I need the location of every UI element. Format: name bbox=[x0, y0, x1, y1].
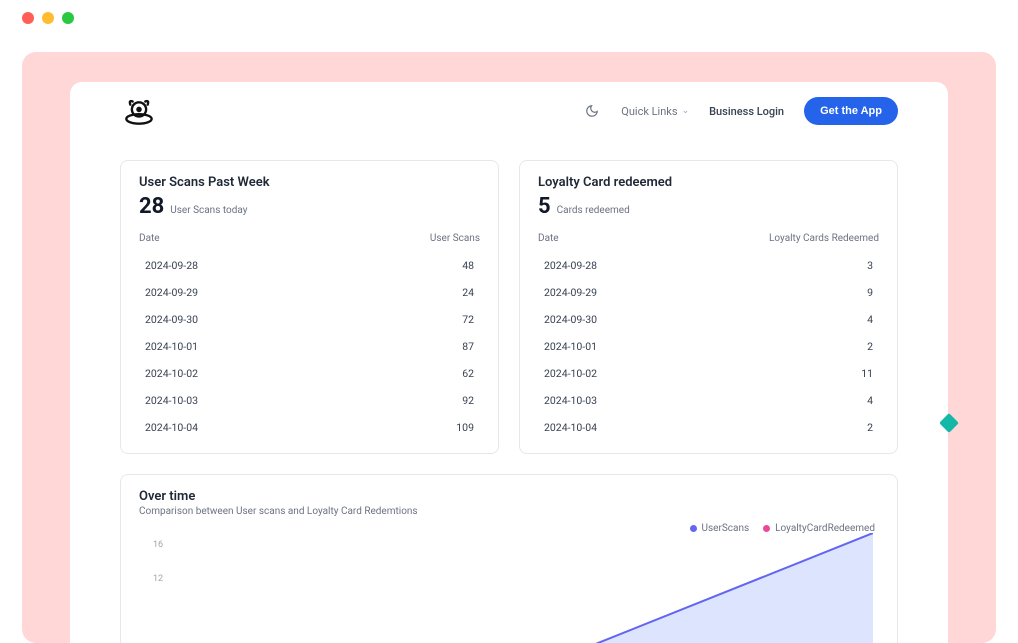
row-date: 2024-09-30 bbox=[544, 313, 597, 326]
loyalty-table-header: Date Loyalty Cards Redeemed bbox=[538, 229, 879, 252]
row-value: 4 bbox=[867, 394, 873, 407]
row-value: 2 bbox=[867, 421, 873, 434]
row-date: 2024-09-30 bbox=[145, 313, 198, 326]
row-date: 2024-09-29 bbox=[544, 286, 597, 299]
overtime-card: Over time Comparison between User scans … bbox=[120, 474, 898, 643]
zoom-icon[interactable] bbox=[62, 12, 74, 24]
legend-dot-icon bbox=[763, 525, 770, 532]
row-value: 87 bbox=[462, 340, 474, 353]
table-row: 2024-10-01 87 bbox=[139, 333, 480, 360]
row-date: 2024-10-01 bbox=[145, 340, 198, 353]
moon-icon bbox=[585, 104, 599, 118]
dark-mode-toggle[interactable] bbox=[583, 102, 601, 120]
row-date: 2024-10-03 bbox=[544, 394, 597, 407]
chart-line-icon bbox=[153, 533, 873, 643]
row-date: 2024-09-29 bbox=[145, 286, 198, 299]
overtime-title: Over time bbox=[139, 489, 879, 504]
table-row: 2024-10-04 109 bbox=[139, 414, 480, 441]
row-value: 48 bbox=[462, 259, 474, 272]
col-date: Date bbox=[139, 233, 160, 244]
chevron-down-icon: ⌄ bbox=[682, 106, 690, 116]
row-value: 109 bbox=[456, 421, 474, 434]
table-row: 2024-10-04 2 bbox=[538, 414, 879, 441]
business-login-label: Business Login bbox=[709, 105, 784, 118]
table-row: 2024-09-29 9 bbox=[538, 279, 879, 306]
row-value: 92 bbox=[462, 394, 474, 407]
table-row: 2024-10-03 4 bbox=[538, 387, 879, 414]
quick-links-dropdown[interactable]: Quick Links ⌄ bbox=[621, 105, 689, 118]
close-icon[interactable] bbox=[22, 12, 34, 24]
row-date: 2024-09-28 bbox=[145, 259, 198, 272]
user-scans-card: User Scans Past Week 28 User Scans today… bbox=[120, 160, 499, 454]
app-shell: Quick Links ⌄ Business Login Get the App… bbox=[70, 82, 948, 643]
stats-row: User Scans Past Week 28 User Scans today… bbox=[70, 136, 948, 454]
table-row: 2024-10-03 92 bbox=[139, 387, 480, 414]
navbar: Quick Links ⌄ Business Login Get the App bbox=[70, 82, 948, 136]
table-row: 2024-10-02 62 bbox=[139, 360, 480, 387]
loyalty-count: 5 bbox=[538, 194, 551, 219]
row-date: 2024-09-28 bbox=[544, 259, 597, 272]
row-date: 2024-10-04 bbox=[145, 421, 198, 434]
loyalty-subtitle: Cards redeemed bbox=[557, 205, 630, 216]
loyalty-title: Loyalty Card redeemed bbox=[538, 175, 879, 190]
window-traffic-lights bbox=[0, 0, 1018, 24]
outer-frame: Quick Links ⌄ Business Login Get the App… bbox=[22, 52, 996, 643]
business-login-link[interactable]: Business Login bbox=[709, 105, 784, 118]
user-scans-table-header: Date User Scans bbox=[139, 229, 480, 252]
row-value: 2 bbox=[867, 340, 873, 353]
legend-dot-icon bbox=[690, 525, 697, 532]
user-scans-table-body: 2024-09-28482024-09-29242024-09-30722024… bbox=[139, 252, 480, 441]
user-scans-title: User Scans Past Week bbox=[139, 175, 480, 190]
col-date: Date bbox=[538, 233, 559, 244]
nav-right: Quick Links ⌄ Business Login Get the App bbox=[583, 97, 898, 125]
table-row: 2024-09-30 4 bbox=[538, 306, 879, 333]
table-row: 2024-09-30 72 bbox=[139, 306, 480, 333]
loyalty-table-body: 2024-09-2832024-09-2992024-09-3042024-10… bbox=[538, 252, 879, 441]
chart-area: 16 12 bbox=[139, 539, 879, 643]
table-row: 2024-09-29 24 bbox=[139, 279, 480, 306]
row-value: 3 bbox=[867, 259, 873, 272]
table-row: 2024-09-28 48 bbox=[139, 252, 480, 279]
col-redeemed: Loyalty Cards Redeemed bbox=[769, 233, 879, 244]
row-date: 2024-10-03 bbox=[145, 394, 198, 407]
get-app-button[interactable]: Get the App bbox=[804, 97, 898, 125]
overtime-subtitle: Comparison between User scans and Loyalt… bbox=[139, 506, 879, 517]
table-row: 2024-10-02 11 bbox=[538, 360, 879, 387]
row-value: 24 bbox=[462, 286, 474, 299]
get-app-label: Get the App bbox=[820, 105, 882, 117]
table-row: 2024-10-01 2 bbox=[538, 333, 879, 360]
quick-links-label: Quick Links bbox=[621, 105, 677, 118]
row-date: 2024-10-04 bbox=[544, 421, 597, 434]
col-userscans: User Scans bbox=[430, 233, 480, 244]
logo[interactable] bbox=[120, 96, 158, 126]
table-row: 2024-09-28 3 bbox=[538, 252, 879, 279]
row-value: 9 bbox=[867, 286, 873, 299]
row-value: 11 bbox=[861, 367, 873, 380]
row-value: 62 bbox=[462, 367, 474, 380]
loyalty-card: Loyalty Card redeemed 5 Cards redeemed D… bbox=[519, 160, 898, 454]
row-date: 2024-10-02 bbox=[145, 367, 198, 380]
row-date: 2024-10-01 bbox=[544, 340, 597, 353]
user-scans-subtitle: User Scans today bbox=[170, 205, 247, 216]
row-date: 2024-10-02 bbox=[544, 367, 597, 380]
user-scans-count: 28 bbox=[139, 194, 164, 219]
row-value: 4 bbox=[867, 313, 873, 326]
minimize-icon[interactable] bbox=[42, 12, 54, 24]
row-value: 72 bbox=[462, 313, 474, 326]
